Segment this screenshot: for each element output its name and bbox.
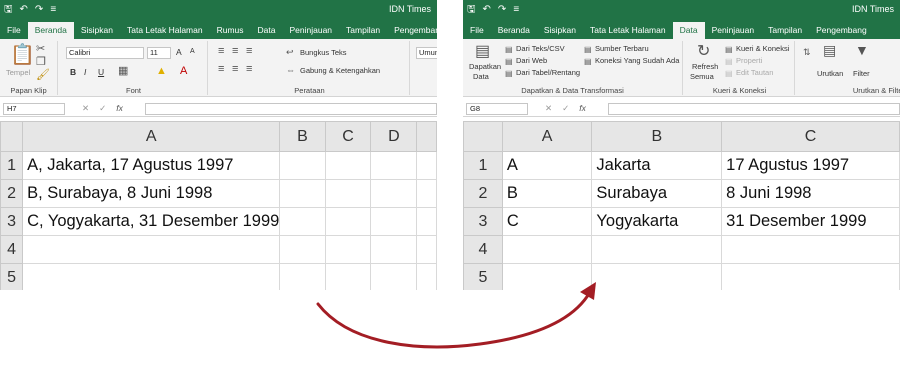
transform-arrow-icon	[316, 282, 596, 349]
arrow-curve	[316, 290, 592, 349]
